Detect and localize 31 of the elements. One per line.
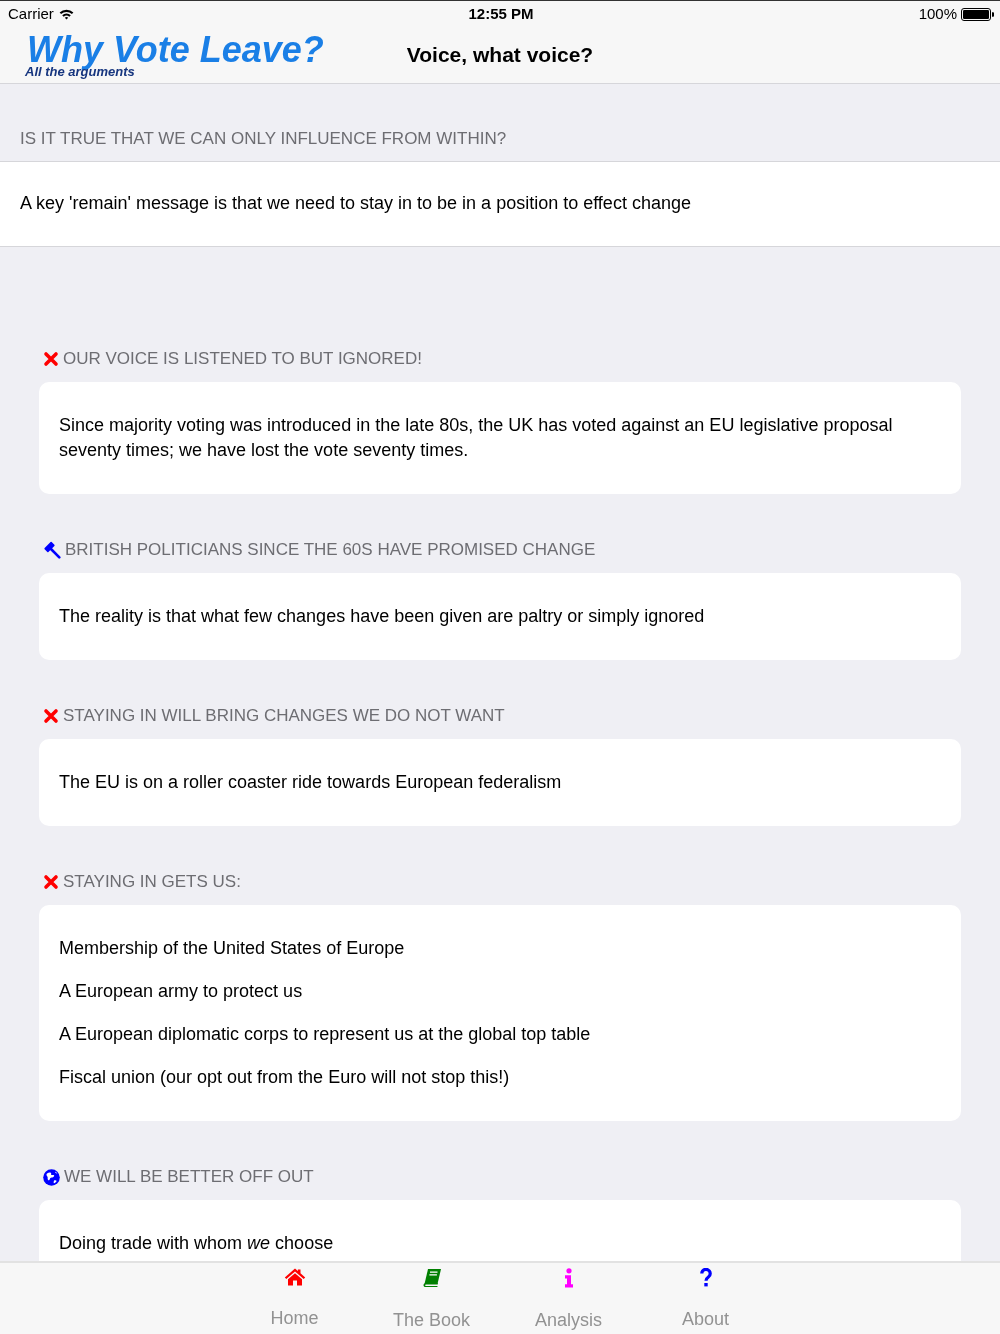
gavel-icon <box>43 541 61 559</box>
section-heading: WE WILL BE BETTER OFF OUT <box>64 1166 314 1188</box>
card-text: The EU is on a roller coaster ride towards European federalism <box>59 771 563 794</box>
card-text: Fiscal union (our opt out from the Euro will not stop this!) <box>59 1066 511 1089</box>
carrier-label: Carrier <box>8 3 54 24</box>
logo-title: Why Vote Leave? <box>27 31 324 68</box>
tab-button[interactable]: About <box>637 1263 774 1334</box>
card-text: Since majority voting was introduced in the late 80s, the UK has voted against an EU legislative proposal seventy times; we have lost the vote seventy times. <box>59 414 894 462</box>
cross-icon <box>43 708 59 724</box>
card-text: Doing trade with whom we choose <box>59 1232 335 1255</box>
section-heading: OUR VOICE IS LISTENED TO BUT IGNORED! <box>63 348 422 370</box>
battery-percent: 100% <box>918 3 957 24</box>
card-text: Membership of the United States of Europe <box>59 937 406 960</box>
battery-icon <box>961 7 994 21</box>
section-heading: STAYING IN GETS US: <box>63 871 241 893</box>
cross-icon <box>43 874 59 890</box>
clock-time: 12:55 PM <box>468 3 534 24</box>
section-heading: STAYING IN WILL BRING CHANGES WE DO NOT WANT <box>63 705 505 727</box>
section-heading: IS IT TRUE THAT WE CAN ONLY INFLUENCE FROM WITHIN? <box>19 128 508 150</box>
card-text: The reality is that what few changes have been given are paltry or simply ignored <box>59 605 706 628</box>
tab-button[interactable]: The Book <box>363 1263 500 1334</box>
tab-button[interactable]: Home <box>226 1263 363 1334</box>
card-text: A European diplomatic corps to represent us at the global top table <box>59 1023 592 1046</box>
card-text: A European army to protect us <box>59 980 304 1003</box>
wifi-icon <box>58 8 74 20</box>
page-title: Voice, what voice? <box>406 42 594 68</box>
intro-text: A key 'remain' message is that we need to stay in to be in a position to effect change <box>0 161 1000 247</box>
cross-icon <box>43 351 59 367</box>
globe-icon <box>43 1168 60 1186</box>
section-heading: BRITISH POLITICIANS SINCE THE 60S HAVE PROMISED CHANGE <box>65 539 596 561</box>
tab-button[interactable]: Analysis <box>500 1263 637 1334</box>
